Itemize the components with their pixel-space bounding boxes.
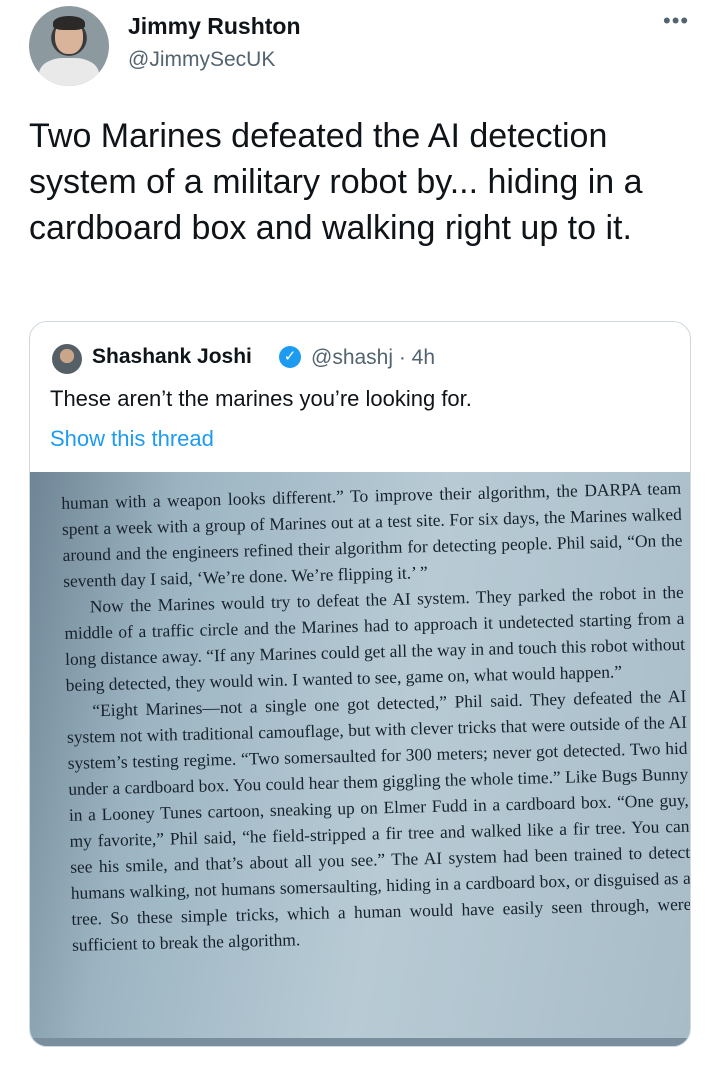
tweet-header: Jimmy Rushton @JimmySecUK ••• [0,0,720,100]
photo-bottom-edge [30,1038,690,1046]
quoted-author-avatar [52,344,82,374]
more-icon[interactable]: ••• [663,8,689,34]
book-paragraph: human with a weapon looks different.” To… [61,477,683,591]
avatar-shirt [39,58,99,86]
author-handle[interactable]: @JimmySecUK [128,48,275,72]
book-paragraph: Now the Marines would try to defeat the … [64,581,686,695]
author-avatar[interactable] [29,6,109,86]
verified-badge-icon: ✓ [279,346,301,368]
quoted-author-name: Shashank Joshi [92,345,252,368]
book-page-text: human with a weapon looks different.” To… [61,475,691,958]
avatar-hair [53,16,85,30]
book-paragraph: “Eight Marines—not a single one got dete… [66,685,691,955]
quoted-tweet-text: These aren’t the marines you’re looking … [50,386,472,411]
book-page-photo[interactable]: human with a weapon looks different.” To… [30,472,691,1046]
author-name[interactable]: Jimmy Rushton [128,13,301,40]
show-thread-link[interactable]: Show this thread [50,426,214,452]
quoted-handle-time: @shashj · 4h [311,346,436,369]
tweet-text: Two Marines defeated the AI detection sy… [29,117,643,247]
quoted-tweet[interactable]: Shashank Joshi ✓ @shashj · 4h These aren… [29,321,691,1047]
